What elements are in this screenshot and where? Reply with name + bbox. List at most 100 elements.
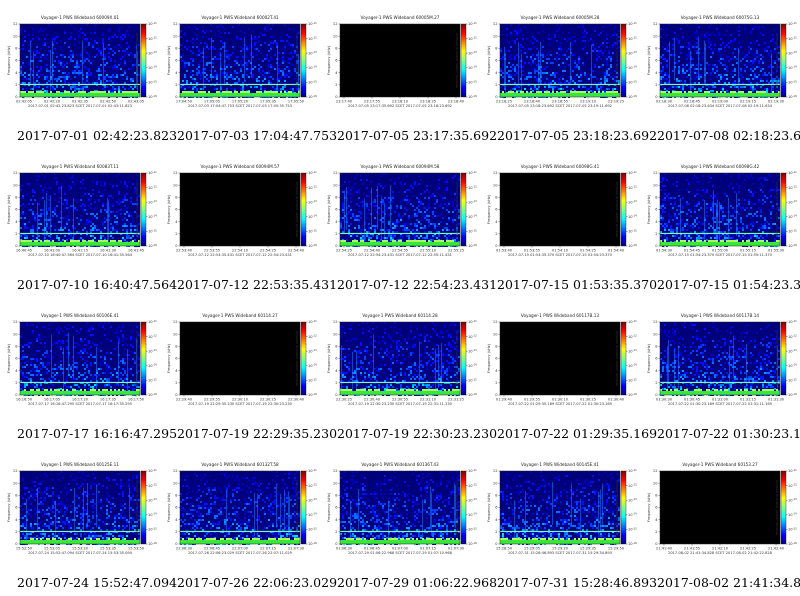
x-axis-footer: 2017-07-15 01:53:35.370 SCET 2017-07-15 … — [508, 253, 613, 257]
colorbar-tick-label: 10-13 — [308, 50, 317, 55]
colorbar-label: relative power spectral density — [295, 330, 299, 387]
y-tick-label: 6 — [175, 208, 178, 212]
spectrogram-svg: Voyager-1 PWS Wideband 60098G.41 12 10 8 6 4 2… — [487, 164, 637, 257]
panel-caption: 2017-07-08 02:18:23.634 — [657, 128, 800, 143]
colorbar-label: relative power spectral density — [455, 181, 459, 238]
y-axis-label: Frequency (kHz) — [167, 492, 171, 522]
y-tick-label: 8 — [15, 345, 18, 349]
x-tick-label: 02:42:20 — [44, 100, 61, 104]
colorbar-tick-label: 10-16 — [788, 392, 797, 397]
y-tick-label: 10 — [493, 481, 498, 485]
colorbar-label: relative power spectral density — [615, 330, 619, 387]
colorbar-tick-label: 10-11 — [628, 468, 637, 473]
colorbar — [460, 470, 467, 545]
spectrogram-panel: Voyager-1 PWS Wideband 60114.27 12 10 8 6 4 2 0… — [160, 298, 337, 447]
x-tick-label: 15:28:50 — [496, 547, 513, 551]
colorbar — [780, 23, 787, 98]
x-tick-label: 22:53:55 — [204, 249, 220, 253]
colorbar-tick-label: 10-14 — [788, 512, 797, 517]
colorbar — [620, 321, 627, 396]
y-tick-label: 2 — [495, 232, 497, 236]
x-axis-footer: 2017-07-26 22:06:23.029 SCET 2017-07-26 … — [188, 551, 293, 555]
y-tick-label: 6 — [175, 59, 178, 63]
colorbar-tick-label: 10-12 — [148, 334, 157, 339]
colorbar-tick-label: 10-12 — [148, 36, 157, 41]
y-tick-label: 2 — [335, 530, 337, 534]
y-tick-label: 6 — [335, 506, 338, 510]
colorbar-tick-label: 10-13 — [788, 199, 797, 204]
y-tick-label: 10 — [173, 332, 178, 336]
y-tick-label: 8 — [335, 47, 338, 51]
colorbar-tick-label: 10-15 — [148, 79, 157, 84]
x-tick-label: 01:31:15 — [740, 398, 756, 402]
panel-title: Voyager-1 PWS Wideband 60009X.01 — [41, 15, 119, 20]
tone-line — [20, 232, 140, 235]
panel-caption: 2017-08-02 21:41:34.828 — [657, 575, 800, 590]
colorbar — [300, 470, 307, 545]
y-tick-label: 8 — [495, 494, 498, 498]
low-freq-band — [500, 93, 620, 97]
x-tick-label: 16:17:05 — [44, 398, 60, 402]
colorbar-tick-label: 10-13 — [468, 348, 477, 353]
panel-title: Voyager-1 PWS Wideband 60117B.13 — [521, 313, 599, 318]
y-tick-label: 8 — [335, 494, 338, 498]
colorbar-tick-label: 10-15 — [468, 377, 477, 382]
colorbar-label: relative power spectral density — [615, 479, 619, 536]
tone-line — [180, 530, 300, 533]
y-tick-label: 10 — [333, 183, 338, 187]
x-tick-label: 22:53:40 — [176, 249, 193, 253]
colorbar-tick-label: 10-11 — [628, 170, 637, 175]
spectrogram-panel: Voyager-1 PWS Wideband 60094M.57 12 10 8 6 4 2… — [160, 149, 337, 298]
colorbar-label: relative power spectral density — [775, 181, 779, 238]
y-tick-label: 10 — [13, 481, 18, 485]
y-tick-label: 8 — [335, 196, 338, 200]
y-tick-label: 12 — [493, 22, 498, 26]
colorbar-tick-label: 10-12 — [468, 334, 477, 339]
colorbar-tick-label: 10-16 — [148, 392, 157, 397]
spectrogram-svg: Voyager-1 PWS Wideband 60125E.11 12 10 8 6 4 2… — [7, 462, 157, 555]
colorbar-tick-label: 10-13 — [788, 497, 797, 502]
colorbar-tick-label: 10-16 — [628, 541, 637, 546]
x-tick-label: 02:19:15 — [740, 100, 756, 104]
spectrogram-panel: Voyager-1 PWS Wideband 60153.27 12 10 8 6 4 2 0… — [640, 447, 800, 596]
y-axis-label: Frequency (kHz) — [327, 492, 331, 522]
colorbar-tick-label: 10-13 — [628, 497, 637, 502]
low-freq-band — [500, 540, 620, 544]
x-axis-footer: 2017-07-29 01:06:22.968 SCET 2017-07-29 … — [348, 551, 453, 555]
colorbar-tick-label: 10-13 — [468, 50, 477, 55]
y-tick-label: 10 — [493, 332, 498, 336]
spectrogram-panel: Voyager-1 PWS Wideband 60009X.01 12 10 8 6 4 2… — [0, 0, 177, 149]
y-tick-label: 2 — [655, 530, 657, 534]
colorbar-label: relative power spectral density — [615, 181, 619, 238]
x-tick-label: 22:54:25 — [336, 249, 352, 253]
y-tick-label: 8 — [175, 494, 178, 498]
tone-line — [180, 83, 300, 86]
x-tick-label: 01:07:30 — [448, 547, 465, 551]
spectrogram-svg: Voyager-1 PWS Wideband 60117B.13 12 10 8 6 4 2… — [487, 313, 637, 406]
tone-line — [340, 530, 460, 533]
panel-title: Voyager-1 PWS Wideband 60145E.41 — [521, 462, 599, 467]
colorbar-tick-label: 10-15 — [788, 79, 797, 84]
x-tick-label: 22:31:10 — [420, 398, 437, 402]
panel-caption: 2017-07-01 02:42:23.823 — [17, 128, 178, 143]
y-tick-label: 10 — [333, 481, 338, 485]
y-tick-label: 4 — [495, 71, 498, 75]
y-tick-label: 2 — [15, 530, 17, 534]
y-tick-label: 12 — [653, 469, 658, 473]
y-tick-label: 6 — [495, 506, 498, 510]
colorbar — [620, 172, 627, 247]
colorbar — [620, 23, 627, 98]
spectrogram-panel: Voyager-1 PWS Wideband 60136T.43 12 10 8 6 4 2… — [320, 447, 497, 596]
x-tick-label: 01:31:30 — [768, 398, 785, 402]
x-tick-label: 22:07:30 — [288, 547, 305, 551]
y-tick-label: 2 — [15, 83, 17, 87]
x-axis-footer: 2017-08-02 21:41:34.828 SCET 2017-08-02 … — [668, 551, 773, 555]
x-tick-label: 22:29:40 — [176, 398, 193, 402]
x-tick-label: 23:17:40 — [336, 100, 353, 104]
x-tick-label: 23:17:55 — [364, 100, 380, 104]
y-tick-label: 12 — [13, 469, 18, 473]
y-axis-label: Frequency (kHz) — [7, 194, 11, 224]
x-tick-label: 16:16:50 — [16, 398, 33, 402]
y-tick-label: 4 — [175, 518, 178, 522]
y-tick-label: 12 — [13, 171, 18, 175]
